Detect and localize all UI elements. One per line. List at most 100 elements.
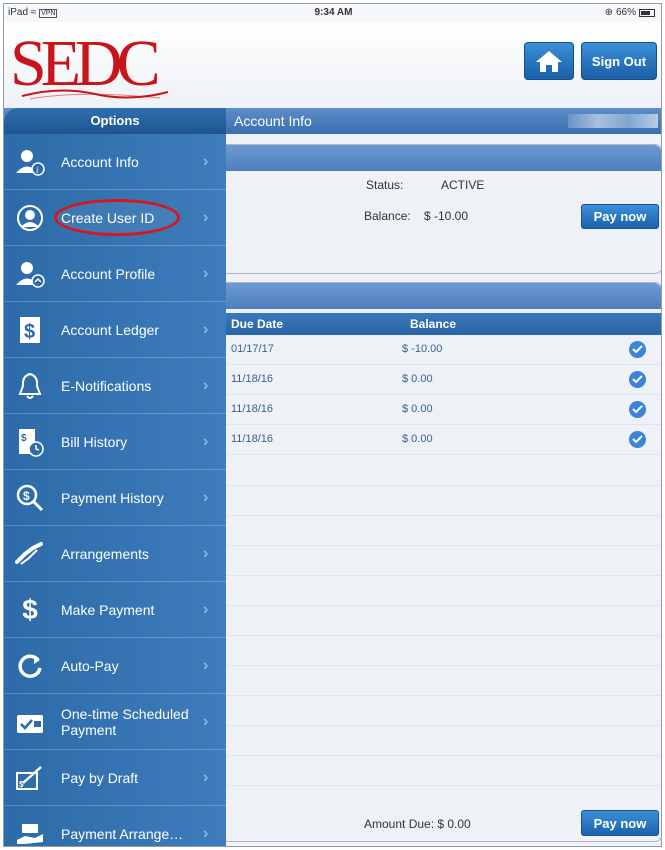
empty-row-divider xyxy=(226,695,661,696)
chevron-right-icon: › xyxy=(203,489,209,506)
sidebar-item-payment-arrangements[interactable]: Payment Arrange… › xyxy=(4,806,226,846)
empty-row-divider xyxy=(226,545,661,546)
sidebar-item-label: Pay by Draft xyxy=(61,770,139,786)
empty-row-divider xyxy=(226,785,661,786)
chevron-right-icon: › xyxy=(203,153,209,170)
sidebar-item-label: Bill History xyxy=(61,434,128,450)
pay-now-button-bottom[interactable]: Pay now xyxy=(581,810,659,836)
chevron-right-icon: › xyxy=(203,769,209,786)
empty-row-divider xyxy=(226,515,661,516)
chevron-right-icon: › xyxy=(203,657,209,674)
ledger-dollar-icon: $ xyxy=(14,314,46,346)
pay-now-button[interactable]: Pay now xyxy=(581,204,659,229)
sidebar-item-account-info[interactable]: i Account Info › xyxy=(4,134,226,190)
panel-header xyxy=(226,283,661,309)
checkmark-icon xyxy=(629,341,646,358)
sidebar-item-label: Auto-Pay xyxy=(61,658,119,674)
chevron-right-icon: › xyxy=(203,433,209,450)
due-date-cell: 11/18/16 xyxy=(231,433,274,445)
app-frame: iPad ≈ VPN 9:34 AM ⊕ 66% SEDC Sign Out O… xyxy=(3,3,662,847)
table-row[interactable]: 11/18/16 $ 0.00 xyxy=(226,365,661,395)
sidebar-item-label: Payment Arrange… xyxy=(61,826,184,842)
sidebar-item-make-payment[interactable]: $ Make Payment › xyxy=(4,582,226,638)
sidebar-item-auto-pay[interactable]: Auto-Pay › xyxy=(4,638,226,694)
user-settings-icon xyxy=(14,258,46,290)
status-label: Status: xyxy=(366,178,404,192)
bills-panel: Due Date Balance 01/17/17 $ -10.00 11/18… xyxy=(226,282,661,842)
table-row[interactable]: 11/18/16 $ 0.00 xyxy=(226,395,661,425)
chevron-right-icon: › xyxy=(203,545,209,562)
panel-header xyxy=(226,145,661,171)
empty-row-divider xyxy=(226,755,661,756)
battery-percent: 66% xyxy=(615,7,636,18)
sidebar-item-bill-history[interactable]: $ Bill History › xyxy=(4,414,226,470)
sidebar-item-pay-by-draft[interactable]: $ Pay by Draft › xyxy=(4,750,226,806)
sidebar-item-label: Account Profile xyxy=(61,266,156,282)
handshake-icon xyxy=(14,538,46,570)
svg-text:$: $ xyxy=(19,780,24,789)
sidebar-item-create-user-id[interactable]: Create User ID › xyxy=(4,190,226,246)
home-icon xyxy=(536,51,562,72)
status-bar: iPad ≈ VPN 9:34 AM ⊕ 66% xyxy=(4,4,661,22)
title-bar: Options Account Info xyxy=(4,108,661,134)
refresh-icon xyxy=(14,650,46,682)
svg-text:$: $ xyxy=(24,321,35,343)
sidebar-item-account-profile[interactable]: Account Profile › xyxy=(4,246,226,302)
sidebar-item-label: Create User ID xyxy=(61,210,155,226)
svg-text:$: $ xyxy=(21,433,27,444)
svg-text:$: $ xyxy=(23,489,30,503)
sidebar-item-payment-history[interactable]: $ Payment History › xyxy=(4,470,226,526)
status-time: 9:34 AM xyxy=(314,7,353,18)
sign-out-button[interactable]: Sign Out xyxy=(581,42,657,80)
empty-row-divider xyxy=(226,725,661,726)
empty-row-divider xyxy=(226,575,661,576)
dollar-sign-icon: $ xyxy=(22,594,38,625)
battery-icon xyxy=(639,8,655,17)
table-row[interactable]: 01/17/17 $ -10.00 xyxy=(226,335,661,365)
check-draft-icon: $ xyxy=(14,762,46,794)
column-header-due-date: Due Date xyxy=(231,317,284,331)
checkmark-icon xyxy=(629,431,646,448)
chevron-right-icon: › xyxy=(203,209,209,226)
balance-cell: $ 0.00 xyxy=(402,433,433,445)
sidebar-item-label: Make Payment xyxy=(61,602,155,618)
page-title: Account Info xyxy=(234,113,312,129)
balance-value: $ -10.00 xyxy=(424,209,469,223)
logo-swoosh-icon xyxy=(21,89,169,100)
table-row[interactable]: 11/18/16 $ 0.00 xyxy=(226,425,661,455)
chevron-right-icon: › xyxy=(203,825,209,842)
sidebar-item-e-notifications[interactable]: E-Notifications › xyxy=(4,358,226,414)
home-button[interactable] xyxy=(524,42,574,80)
empty-row-divider xyxy=(226,485,661,486)
chevron-right-icon: › xyxy=(203,713,209,730)
status-value: ACTIVE xyxy=(441,178,485,192)
search-dollar-icon: $ xyxy=(14,482,46,514)
bills-table-header: Due Date Balance xyxy=(226,313,661,335)
sidebar-item-account-ledger[interactable]: $ Account Ledger › xyxy=(4,302,226,358)
chevron-right-icon: › xyxy=(203,601,209,618)
checkmark-icon xyxy=(629,371,646,388)
wallet-check-icon xyxy=(14,706,46,738)
sidebar-item-arrangements[interactable]: Arrangements › xyxy=(4,526,226,582)
due-date-cell: 11/18/16 xyxy=(231,403,274,415)
empty-row-divider xyxy=(226,665,661,666)
sedc-logo: SEDC xyxy=(10,27,170,100)
balance-cell: $ 0.00 xyxy=(402,373,433,385)
balance-cell: $ 0.00 xyxy=(402,403,433,415)
balance-label: Balance: xyxy=(364,209,411,223)
chevron-right-icon: › xyxy=(203,321,209,338)
due-date-cell: 11/18/16 xyxy=(231,373,274,385)
sidebar-item-label: Account Ledger xyxy=(61,322,160,338)
account-summary-panel: Status: ACTIVE Balance: $ -10.00 Pay now xyxy=(226,144,661,274)
column-header-balance: Balance xyxy=(410,317,457,331)
sidebar-item-label: One-time Scheduled Payment xyxy=(61,706,189,738)
sidebar-item-label: Account Info xyxy=(61,154,139,170)
empty-row-divider xyxy=(226,605,661,606)
app-header: SEDC Sign Out xyxy=(4,22,661,108)
status-right: ⊕ 66% xyxy=(605,7,655,18)
user-info-icon: i xyxy=(14,146,46,178)
sidebar-item-label: Arrangements xyxy=(61,546,149,562)
sidebar-item-one-time-scheduled-payment[interactable]: One-time Scheduled Payment › xyxy=(4,694,226,750)
hand-money-icon xyxy=(14,818,46,846)
sidebar-item-label: Payment History xyxy=(61,490,164,506)
